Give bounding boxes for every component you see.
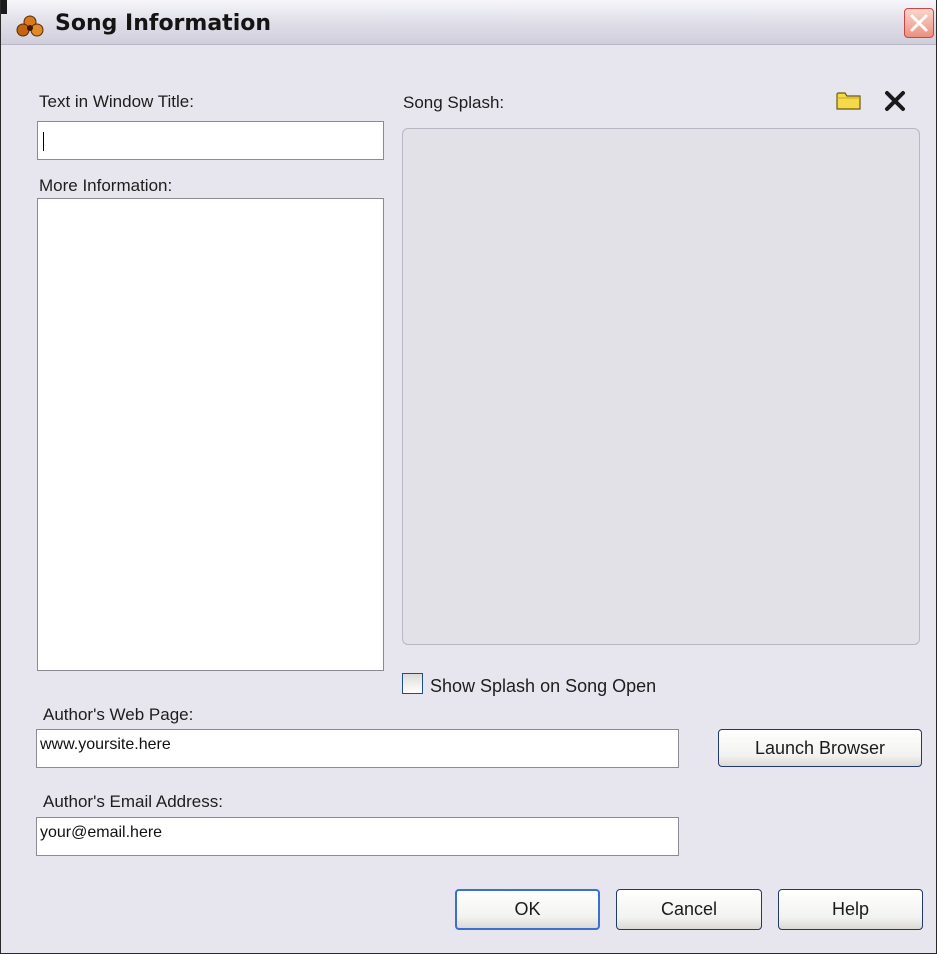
- song-splash-preview[interactable]: [402, 128, 920, 645]
- dialog-title: Song Information: [55, 11, 272, 36]
- email-label: Author's Email Address:: [43, 792, 223, 811]
- email-input[interactable]: your@email.here: [36, 817, 679, 856]
- close-icon: [910, 14, 928, 32]
- launch-browser-button[interactable]: Launch Browser: [718, 729, 922, 767]
- show-splash-label[interactable]: Show Splash on Song Open: [430, 676, 656, 697]
- text-caret: [43, 132, 44, 151]
- clear-icon[interactable]: [884, 90, 906, 117]
- show-splash-checkbox[interactable]: [402, 673, 423, 694]
- more-information-label: More Information:: [39, 176, 173, 195]
- web-page-value: www.yoursite.here: [40, 736, 171, 753]
- web-page-input[interactable]: www.yoursite.here: [36, 729, 679, 768]
- window-title-input[interactable]: [37, 121, 384, 160]
- title-bar-edge: [1, 0, 7, 14]
- title-bar[interactable]: Song Information: [1, 0, 936, 45]
- web-page-label: Author's Web Page:: [43, 705, 194, 724]
- cancel-button[interactable]: Cancel: [616, 889, 762, 930]
- app-logo-icon: [15, 12, 45, 38]
- close-button[interactable]: [904, 8, 934, 38]
- help-button[interactable]: Help: [778, 889, 923, 930]
- window-title-label: Text in Window Title:: [39, 92, 194, 111]
- song-information-dialog: Song Information Text in Window Title: M…: [0, 0, 937, 954]
- song-splash-label: Song Splash:: [403, 93, 505, 112]
- ok-button[interactable]: OK: [455, 889, 600, 930]
- more-information-textarea[interactable]: [37, 198, 384, 671]
- folder-icon[interactable]: [836, 89, 862, 116]
- email-value: your@email.here: [40, 824, 163, 841]
